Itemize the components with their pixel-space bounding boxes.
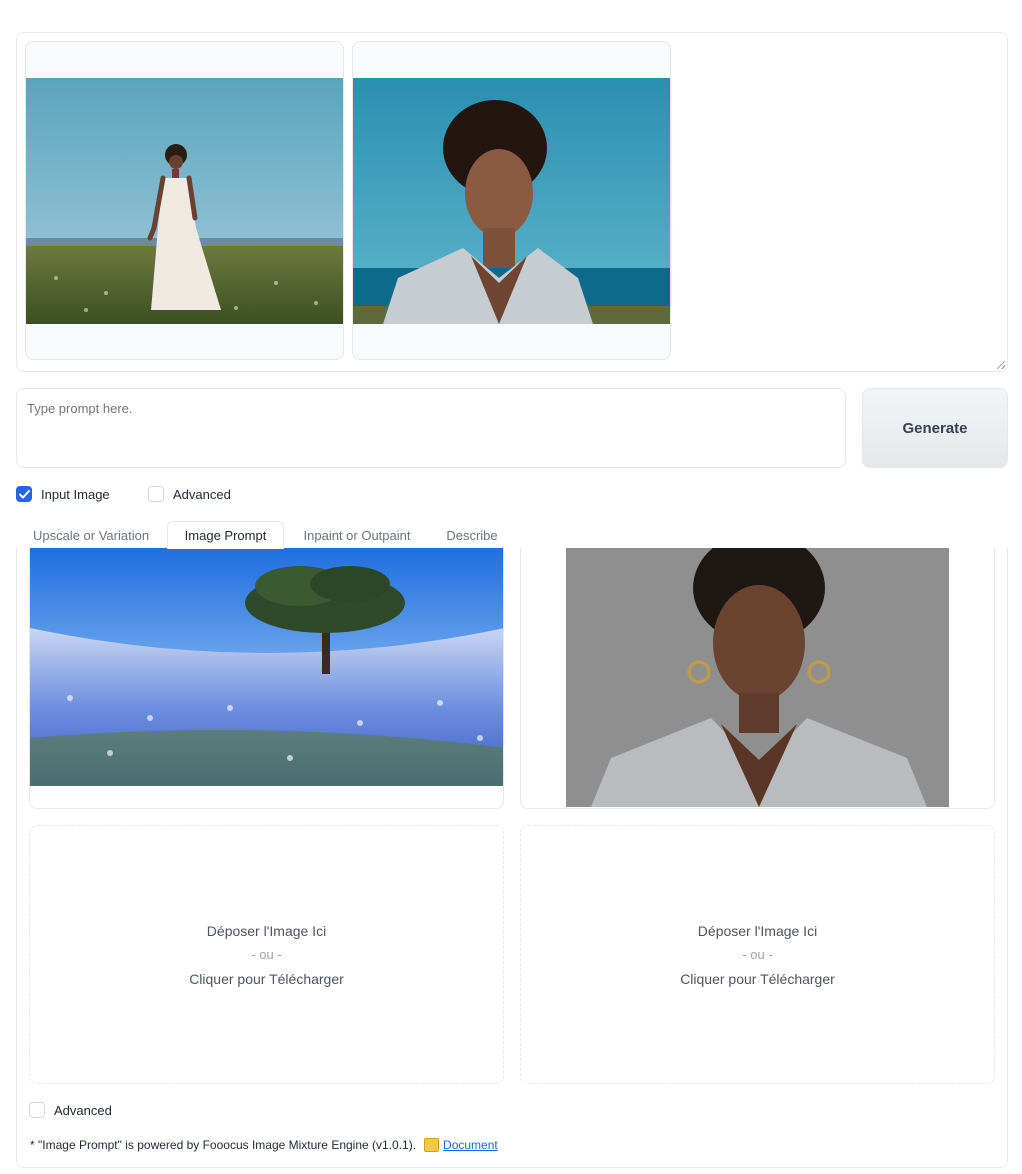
dropzone-drop-text: Déposer l'Image Ici [697, 922, 818, 939]
gallery-image-2[interactable] [352, 41, 671, 360]
woman-in-blazer-image [353, 78, 670, 324]
checkbox-checked-icon[interactable] [16, 486, 32, 502]
resize-handle[interactable] [997, 361, 1005, 369]
image-prompt-advanced-label: Advanced [54, 1102, 112, 1118]
image-dropzone-2[interactable]: Déposer l'Image Ici - ou - Cliquer pour … [520, 825, 995, 1084]
document-icon [424, 1138, 440, 1152]
dropzone-drop-text: Déposer l'Image Ici [206, 922, 327, 939]
image-prompt-footer: * "Image Prompt" is powered by Fooocus I… [30, 1138, 498, 1152]
tab-describe[interactable]: Describe [438, 521, 506, 549]
generate-button[interactable]: Generate [862, 388, 1008, 468]
prompt-input[interactable] [16, 388, 846, 468]
advanced-checkbox[interactable]: Advanced [148, 486, 231, 502]
tree-flower-field-image [30, 548, 503, 786]
input-image-label: Input Image [41, 486, 110, 502]
checkbox-empty-icon[interactable] [148, 486, 164, 502]
dropzone-or-text: - ou - [251, 946, 282, 962]
advanced-label: Advanced [173, 486, 231, 502]
input-image-checkbox[interactable]: Input Image [16, 486, 110, 502]
tab-inpaint-or-outpaint[interactable]: Inpaint or Outpaint [292, 521, 422, 549]
dropzone-or-text: - ou - [742, 946, 773, 962]
dropzone-upload-text: Cliquer pour Télécharger [189, 970, 344, 987]
dropzone-upload-text: Cliquer pour Télécharger [680, 970, 835, 987]
woman-in-meadow-image [26, 78, 343, 324]
tab-upscale-or-variation[interactable]: Upscale or Variation [24, 521, 158, 549]
tab-image-prompt[interactable]: Image Prompt [167, 521, 284, 549]
image-dropzone-1[interactable]: Déposer l'Image Ici - ou - Cliquer pour … [29, 825, 504, 1084]
gallery-image-1[interactable] [25, 41, 344, 360]
checkbox-empty-icon[interactable] [29, 1102, 45, 1118]
image-prompt-slot-1[interactable] [29, 548, 504, 809]
document-link[interactable]: Document [443, 1138, 498, 1152]
portrait-woman-image [521, 548, 994, 807]
image-prompt-slot-2[interactable] [520, 548, 995, 809]
image-prompt-advanced-checkbox[interactable]: Advanced [29, 1102, 112, 1118]
output-gallery [16, 32, 1008, 372]
footer-text: * "Image Prompt" is powered by Fooocus I… [30, 1138, 417, 1152]
